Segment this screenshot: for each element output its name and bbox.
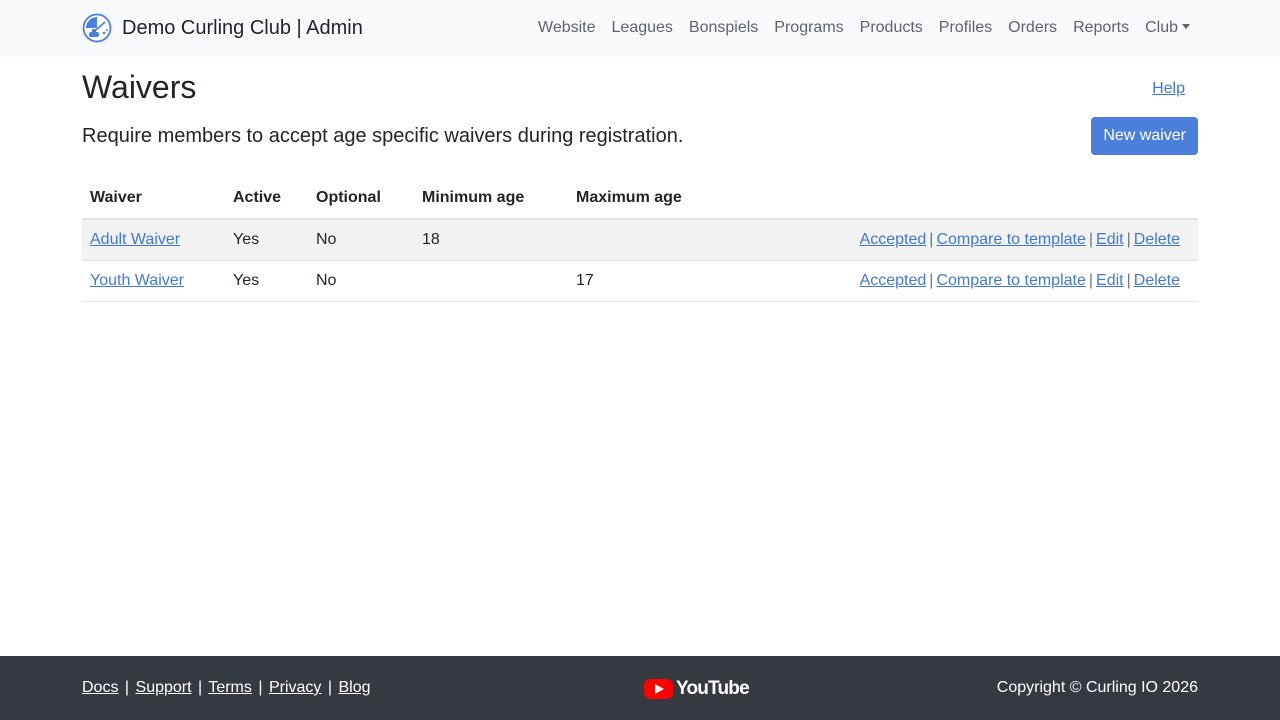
nav-reports[interactable]: Reports xyxy=(1065,19,1137,37)
action-separator: | xyxy=(929,230,934,248)
footer-support-link[interactable]: Support xyxy=(136,679,192,696)
nav-club-dropdown[interactable]: Club xyxy=(1137,19,1198,37)
optional-cell: No xyxy=(308,219,414,261)
youtube-wordmark: YouTube xyxy=(676,678,750,699)
accepted-link[interactable]: Accepted xyxy=(860,272,927,289)
navbar-container: Demo Curling Club | Admin Website League… xyxy=(82,0,1198,56)
footer-terms-link[interactable]: Terms xyxy=(208,679,252,696)
youtube-link[interactable]: YouTube xyxy=(644,678,750,700)
nav-programs[interactable]: Programs xyxy=(766,19,851,37)
minimum-age-cell xyxy=(414,260,568,302)
waiver-name-cell: Youth Waiver xyxy=(82,260,225,302)
page-description: Require members to accept age specific w… xyxy=(82,125,684,147)
edit-link[interactable]: Edit xyxy=(1096,231,1124,248)
caret-down-icon xyxy=(1182,24,1190,29)
row-actions: Accepted | Compare to template | Edit | Delete xyxy=(728,260,1198,302)
top-navbar: Demo Curling Club | Admin Website League… xyxy=(0,0,1280,56)
header-waiver: Waiver xyxy=(82,178,225,220)
header-actions xyxy=(728,178,1198,220)
nav-bonspiels[interactable]: Bonspiels xyxy=(681,19,766,37)
copyright-text: Copyright © Curling IO 2026 xyxy=(996,679,1198,696)
action-separator: | xyxy=(1088,230,1094,248)
waiver-name-link[interactable]: Adult Waiver xyxy=(90,231,180,248)
action-separator: | xyxy=(1126,271,1131,289)
footer-docs-link[interactable]: Docs xyxy=(82,679,118,696)
brand-title: Demo Curling Club | Admin xyxy=(122,16,363,39)
nav-orders[interactable]: Orders xyxy=(1000,19,1065,37)
accepted-link[interactable]: Accepted xyxy=(860,231,927,248)
footer-separator: | xyxy=(327,679,333,696)
maximum-age-cell: 17 xyxy=(568,260,728,302)
waiver-name-cell: Adult Waiver xyxy=(82,219,225,261)
footer-separator: | xyxy=(198,679,203,696)
page-title: Waivers xyxy=(82,69,197,105)
row-actions: Accepted | Compare to template | Edit | Delete xyxy=(728,219,1198,261)
nav-profiles[interactable]: Profiles xyxy=(931,19,1000,37)
active-cell: Yes xyxy=(225,219,308,261)
footer-container: Docs | Support | Terms | Privacy | Blog … xyxy=(82,656,1198,720)
header-minimum-age: Minimum age xyxy=(414,178,568,220)
table-header-row: Waiver Active Optional Minimum age Maxim… xyxy=(82,178,1198,220)
action-separator: | xyxy=(1126,230,1131,248)
new-waiver-button[interactable]: New waiver xyxy=(1091,117,1198,155)
brand-link[interactable]: Demo Curling Club | Admin xyxy=(82,13,363,43)
page-footer: Docs | Support | Terms | Privacy | Blog … xyxy=(0,656,1280,720)
help-link[interactable]: Help xyxy=(1152,79,1185,99)
nav-products[interactable]: Products xyxy=(852,19,931,37)
curling-club-logo-icon xyxy=(82,13,112,43)
footer-separator: | xyxy=(124,679,130,696)
compare-to-template-link[interactable]: Compare to template xyxy=(936,231,1085,248)
edit-link[interactable]: Edit xyxy=(1096,272,1124,289)
action-separator: | xyxy=(929,271,934,289)
minimum-age-cell: 18 xyxy=(414,219,568,261)
footer-separator: | xyxy=(258,679,263,696)
waivers-table: Waiver Active Optional Minimum age Maxim… xyxy=(82,178,1198,302)
header-optional: Optional xyxy=(308,178,414,220)
header-active: Active xyxy=(225,178,308,220)
maximum-age-cell xyxy=(568,219,728,261)
active-cell: Yes xyxy=(225,260,308,302)
nav-club-label: Club xyxy=(1145,19,1178,36)
main-nav: Website Leagues Bonspiels Programs Produ… xyxy=(530,19,1198,37)
delete-link[interactable]: Delete xyxy=(1134,272,1180,289)
table-row: Youth Waiver Yes No 17 Accepted | Compare … xyxy=(82,260,1198,302)
footer-privacy-link[interactable]: Privacy xyxy=(269,679,321,696)
optional-cell: No xyxy=(308,260,414,302)
compare-to-template-link[interactable]: Compare to template xyxy=(936,272,1085,289)
delete-link[interactable]: Delete xyxy=(1134,231,1180,248)
waiver-name-link[interactable]: Youth Waiver xyxy=(90,272,184,289)
youtube-play-icon xyxy=(644,679,673,699)
footer-blog-link[interactable]: Blog xyxy=(338,679,370,696)
table-row: Adult Waiver Yes No 18 Accepted | Compare … xyxy=(82,219,1198,261)
action-separator: | xyxy=(1088,271,1094,289)
header-maximum-age: Maximum age xyxy=(568,178,728,220)
nav-leagues[interactable]: Leagues xyxy=(604,19,681,37)
nav-website[interactable]: Website xyxy=(530,19,604,37)
footer-links: Docs | Support | Terms | Privacy | Blog xyxy=(82,679,371,697)
